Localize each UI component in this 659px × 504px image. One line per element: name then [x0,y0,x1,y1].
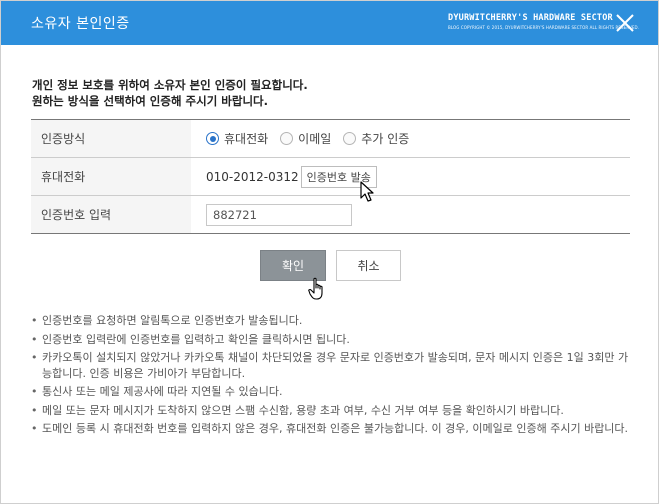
close-button[interactable] [614,12,636,34]
notes-list: 인증번호를 요청하면 알림톡으로 인증번호가 발송됩니다. 인증번호 입력란에 … [31,313,636,440]
dialog-title: 소유자 본인인증 [31,16,130,32]
radio-email[interactable]: 이메일 [280,130,331,147]
code-value-cell [191,196,630,233]
auth-form-table: 인증방식 휴대전화 이메일 추가 인증 휴대전화 010-2012-0312 인… [31,119,630,234]
cancel-button[interactable]: 취소 [336,250,401,281]
note-item: 인증번호 입력란에 인증번호를 입력하고 확인을 클릭하시면 됩니다. [31,332,636,348]
brand-main-text: DYURWITCHERRY'S HARDWARE SECTOR [448,13,613,23]
code-input[interactable] [206,203,352,226]
phone-row: 휴대전화 010-2012-0312 인증번호 발송 [31,158,630,196]
note-item: 카카오톡이 설치되지 않았거나 카카오톡 채널이 차단되었을 경우 문자로 인증… [31,350,636,381]
radio-email-indicator[interactable] [280,132,294,145]
method-row: 인증방식 휴대전화 이메일 추가 인증 [31,120,630,158]
intro-line-2: 원하는 방식을 선택하여 인증해 주시기 바랍니다. [32,94,268,108]
radio-phone-label[interactable]: 휴대전화 [224,130,268,147]
radio-email-label[interactable]: 이메일 [298,130,331,147]
radio-phone-indicator[interactable] [206,132,219,145]
method-label: 인증방식 [31,120,191,157]
send-code-button[interactable]: 인증번호 발송 [300,165,377,188]
note-item: 인증번호를 요청하면 알림톡으로 인증번호가 발송됩니다. [31,313,636,329]
auth-dialog: 소유자 본인인증 DYURWITCHERRY'S HARDWARE SECTOR… [0,0,659,504]
note-item: 도메인 등록 시 휴대전화 번호를 입력하지 않은 경우, 휴대전화 인증은 불… [31,421,636,437]
note-item: 메일 또는 문자 메시지가 도착하지 않으면 스팸 수신함, 용량 초과 여부,… [31,403,636,419]
radio-phone[interactable]: 휴대전화 [206,130,268,147]
phone-number: 010-2012-0312 [206,169,299,184]
phone-label: 휴대전화 [31,158,191,195]
method-options: 휴대전화 이메일 추가 인증 [191,120,630,157]
radio-additional-indicator[interactable] [343,132,357,145]
close-icon [616,14,634,32]
brand-copyright-text: BLOG COPYRIGHT © 2015, DYURWITCHERRY'S H… [448,25,640,30]
intro-line-1: 개인 정보 보호를 위하여 소유자 본인 인증이 필요합니다. [32,78,308,92]
title-bar: 소유자 본인인증 DYURWITCHERRY'S HARDWARE SECTOR… [1,1,658,45]
radio-additional-label[interactable]: 추가 인증 [361,130,409,147]
phone-value-cell: 010-2012-0312 인증번호 발송 [191,158,630,195]
intro-text: 개인 정보 보호를 위하여 소유자 본인 인증이 필요합니다. 원하는 방식을 … [32,77,308,109]
code-row: 인증번호 입력 [31,196,630,234]
radio-additional[interactable]: 추가 인증 [343,130,409,147]
confirm-button[interactable]: 확인 [260,250,326,281]
note-item: 통신사 또는 메일 제공사에 따라 지연될 수 있습니다. [31,384,636,400]
code-label: 인증번호 입력 [31,196,191,233]
brand-logo: DYURWITCHERRY'S HARDWARE SECTOR BLOG COP… [448,13,640,30]
